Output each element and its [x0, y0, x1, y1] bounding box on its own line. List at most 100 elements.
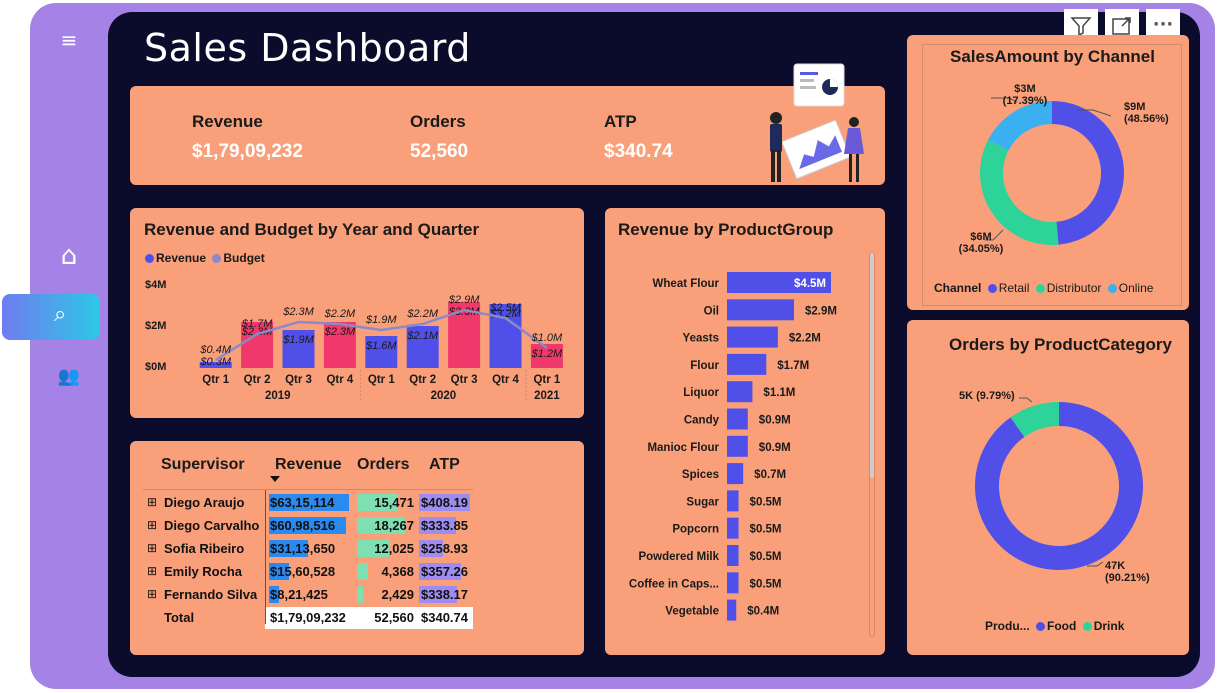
funnel-icon [1070, 17, 1092, 37]
product-group-value-label: $1.7M [777, 360, 809, 372]
quarter-tick-label: Qtr 1 [533, 374, 560, 386]
cell-supervisor: Diego Carvalho [164, 518, 260, 533]
revenue-budget-title: Revenue and Budget by Year and Quarter [144, 220, 480, 239]
home-icon[interactable]: ⌂ [49, 239, 89, 273]
product-group-bar[interactable] [727, 435, 748, 457]
budget-data-label: $2.9M [448, 294, 480, 306]
product-group-value-label: $2.2M [789, 333, 821, 345]
product-group-bar[interactable] [727, 545, 739, 566]
kpi-revenue-label: Revenue [192, 112, 263, 131]
category-label-drink: 5K (9.79%) [959, 390, 1015, 402]
year-tick-label: 2020 [431, 390, 457, 402]
product-group-bar[interactable] [727, 572, 739, 594]
product-group-category-label: Yeasts [683, 333, 719, 345]
product-group-bar[interactable] [727, 299, 795, 321]
nav-item-report[interactable]: ⌕ [2, 294, 100, 340]
cell-revenue: $8,21,425 [270, 587, 328, 602]
donut-slice-retail[interactable] [1052, 101, 1124, 245]
expand-row-icon[interactable]: ⊞ [147, 539, 157, 558]
channel-legend-title: Channel [934, 281, 982, 295]
legend-label-drink: Drink [1093, 619, 1125, 633]
filter-icon[interactable]: ≡ [49, 23, 89, 57]
expand-row-icon[interactable]: ⊞ [147, 493, 157, 512]
kpi-orders-value: 52,560 [410, 141, 469, 162]
product-group-category-label: Wheat Flour [653, 278, 720, 290]
product-group-bar[interactable] [727, 326, 778, 348]
product-group-bar[interactable] [727, 463, 744, 485]
category-legend-title: Produ... [985, 619, 1030, 633]
expand-row-icon[interactable]: ⊞ [147, 516, 157, 535]
col-header-atp[interactable]: ATP [429, 456, 460, 474]
cell-revenue: $1,79,09,232 [270, 610, 346, 625]
quarter-tick-label: Qtr 3 [285, 374, 312, 386]
header-divider [143, 489, 473, 490]
product-group-value-label: $0.5M [750, 524, 782, 536]
category-label-food: 47K (90.21%) [1105, 560, 1150, 584]
revenue-budget-chart: $0.3M$2.3M$1.9M$2.3M$1.6M$2.1M$3.3M $3.2M… [199, 294, 563, 402]
leader-line [1019, 397, 1033, 403]
product-group-category-label: Flour [690, 360, 719, 372]
quarter-tick-label: Qtr 3 [451, 374, 478, 386]
table-row[interactable]: ⊞ Emily Rocha $15,60,528 4,368 $357.26 [143, 562, 577, 582]
quarter-tick-label: Qtr 2 [244, 374, 271, 386]
people-icon[interactable]: 👥 [49, 360, 89, 394]
product-group-bar[interactable] [727, 490, 739, 512]
category-title: Orders by ProductCategory [949, 335, 1172, 354]
revenue-data-label: $2.1M [406, 330, 438, 342]
product-group-bar[interactable] [727, 599, 737, 621]
column-divider [265, 490, 266, 624]
budget-data-label: $0.4M [199, 344, 231, 356]
legend-dot-revenue [145, 254, 154, 263]
expand-row-icon[interactable]: ⊞ [147, 585, 157, 604]
product-group-bar[interactable] [727, 408, 748, 430]
table-row[interactable]: ⊞ Fernando Silva $8,21,425 2,429 $338.17 [143, 585, 577, 605]
legend-dot-distributor [1035, 284, 1045, 293]
product-group-value-label: $2.9M [805, 305, 837, 317]
expand-row-icon[interactable]: ⊞ [147, 562, 157, 581]
budget-data-label: $2.2M [406, 308, 438, 320]
product-group-value-label: $0.9M [759, 442, 791, 454]
kpi-orders-label: Orders [410, 112, 466, 131]
product-group-bar[interactable] [727, 517, 739, 539]
left-nav: ≡ ⌂ [30, 3, 110, 689]
product-group-bar[interactable] [727, 353, 767, 375]
sort-desc-icon[interactable] [270, 476, 280, 482]
product-group-scroll-thumb[interactable] [870, 253, 874, 478]
cell-orders: 4,368 [381, 564, 414, 579]
cell-atp: $357.26 [421, 564, 468, 579]
product-group-category-label: Sugar [686, 496, 719, 508]
budget-data-label: $1.9M [365, 314, 397, 326]
product-group-chart: Wheat Flour $4.5M Oil $2.9M Yeasts $2.2M Flour… [629, 272, 837, 621]
cell-orders: 52,560 [374, 610, 414, 625]
donut-slice-food[interactable] [975, 402, 1143, 570]
category-legend: Produ... Food Drink [985, 619, 1124, 633]
budget-data-label: $2.5M [489, 302, 521, 314]
table-total-row[interactable]: Total $1,79,09,232 52,560 $340.74 [143, 607, 577, 629]
report-icon: ⌕ [54, 302, 67, 327]
legend-dot-budget [212, 254, 222, 263]
table-row[interactable]: ⊞ Diego Araujo $63,15,114 15,471 $408.19 [143, 493, 577, 513]
product-group-category-label: Liquor [683, 387, 719, 399]
legend-label-online: Online [1118, 281, 1154, 295]
product-group-category-label: Manioc Flour [647, 442, 719, 454]
table-row[interactable]: ⊞ Sofia Ribeiro $31,13,650 12,025 $258.93 [143, 539, 577, 559]
cell-atp: $258.93 [421, 541, 468, 556]
col-header-orders[interactable]: Orders [357, 456, 409, 474]
revenue-data-label: $0.3M [199, 356, 231, 368]
quarter-tick-label: Qtr 2 [409, 374, 436, 386]
donut-slice-distributor[interactable] [980, 139, 1059, 245]
col-header-revenue[interactable]: Revenue [275, 456, 342, 474]
channel-label-distributor: $6M (34.05%) [958, 231, 1004, 255]
product-group-category-label: Candy [684, 415, 720, 427]
product-group-bar[interactable] [727, 381, 753, 403]
cell-atp: $333.85 [421, 518, 468, 533]
col-header-supervisor[interactable]: Supervisor [161, 456, 245, 474]
category-donut-chart [975, 397, 1143, 570]
legend-label-distributor: Distributor [1046, 281, 1102, 295]
donut-slice-online[interactable] [988, 101, 1052, 151]
table-row[interactable]: ⊞ Diego Carvalho $60,98,516 18,267 $333.85 [143, 516, 577, 536]
product-group-category-label: Vegetable [665, 606, 719, 618]
product-group-value-label: $0.4M [747, 606, 779, 618]
revenue-data-label: $1.9M [282, 334, 314, 346]
presentation-illustration [770, 63, 864, 182]
